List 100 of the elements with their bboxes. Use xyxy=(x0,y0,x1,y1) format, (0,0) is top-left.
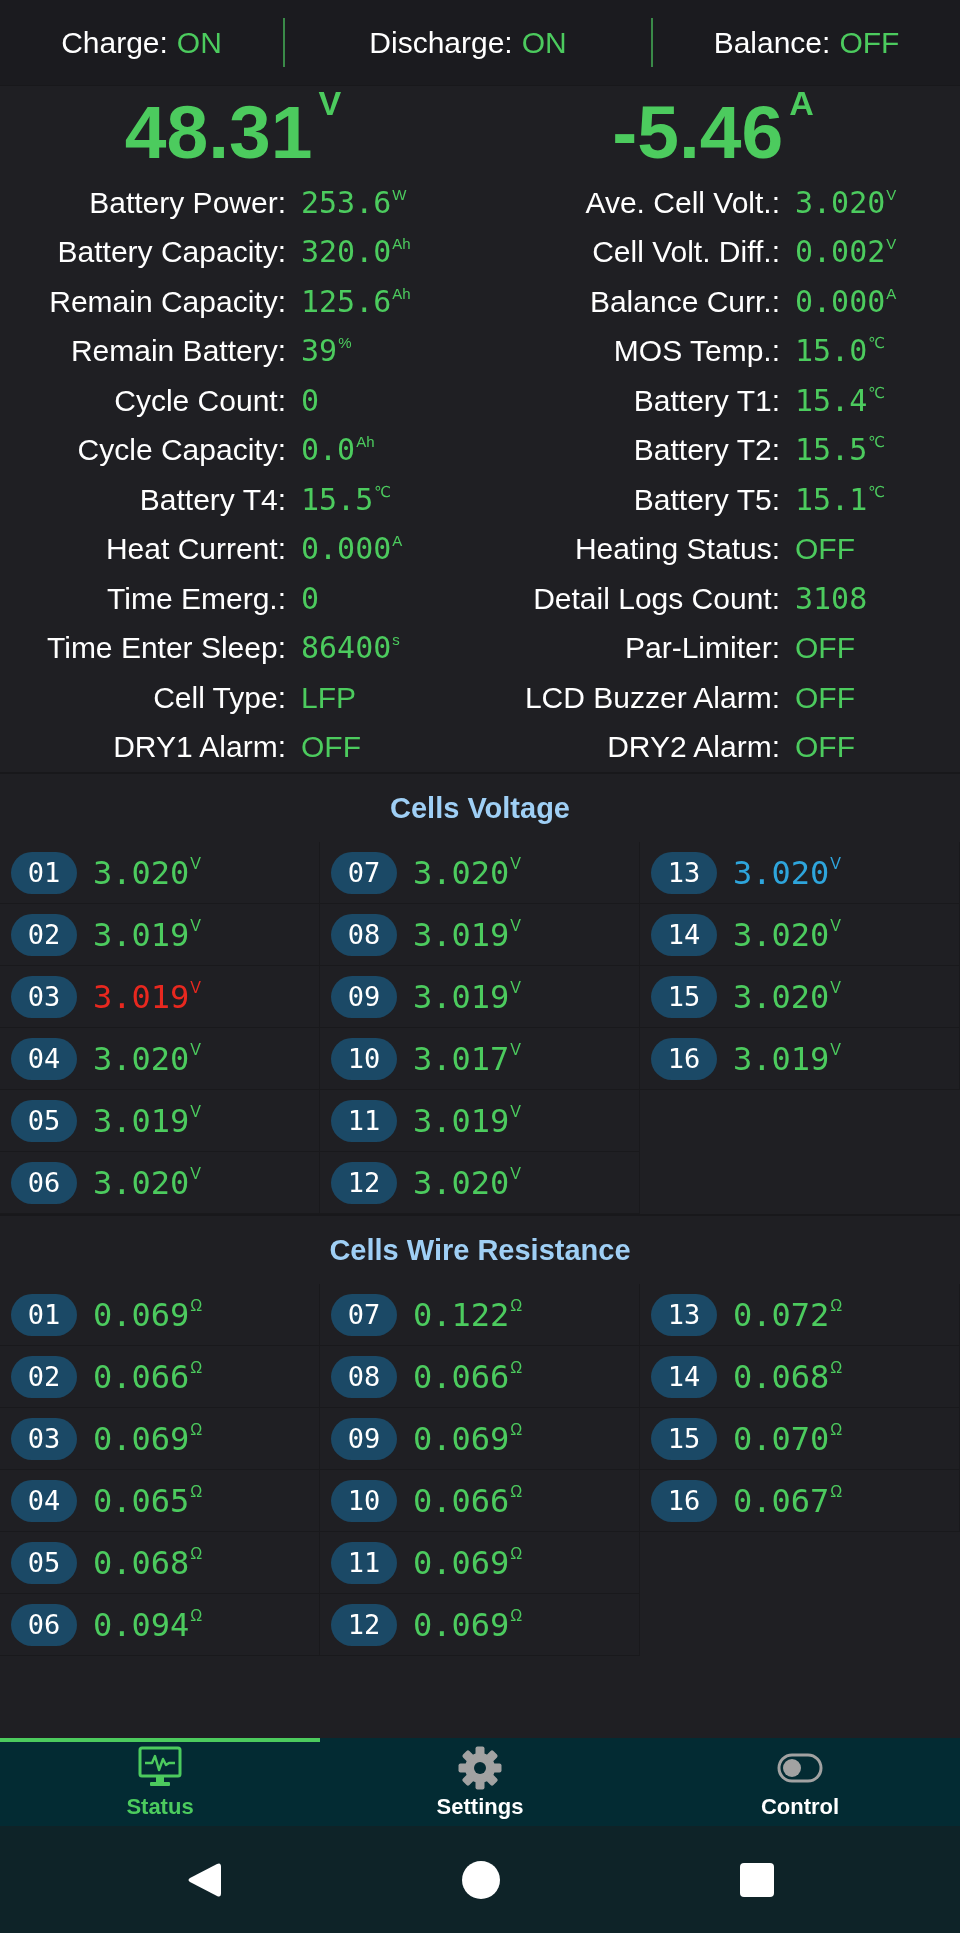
cell-number-badge: 04 xyxy=(11,1037,77,1080)
stat-label: Heating Status: xyxy=(574,532,780,567)
unit-label: Ω xyxy=(510,1297,523,1314)
cell-number-badge: 15 xyxy=(651,975,717,1018)
nav-tab[interactable]: Settings xyxy=(320,1738,640,1826)
cell-number-badge: 13 xyxy=(651,1293,717,1336)
unit-label: s xyxy=(392,632,400,648)
unit-label: Ah xyxy=(392,236,411,252)
cell-resistance-value: 0.066 xyxy=(413,1358,510,1395)
stat-value: 0 xyxy=(301,383,320,418)
unit-label: Ω xyxy=(510,1359,523,1376)
stat-label: Battery T5: xyxy=(633,482,780,517)
stat-label: Battery T1: xyxy=(633,383,780,418)
cell-resistance-value: 0.068 xyxy=(733,1358,830,1395)
cell-voltage-value: 3.019 xyxy=(413,916,510,953)
unit-label: Ω xyxy=(190,1545,203,1562)
unit-label: V xyxy=(190,1103,201,1120)
stat-value: 0.000 xyxy=(301,532,392,567)
stat-label: Cycle Capacity: xyxy=(77,433,286,468)
cell-number-badge: 14 xyxy=(651,913,717,956)
cell-number-badge: 14 xyxy=(651,1355,717,1398)
unit-label: V xyxy=(510,1165,521,1182)
unit-label: Ω xyxy=(830,1483,843,1500)
unit-label: V xyxy=(510,917,521,934)
cell-number-badge: 04 xyxy=(11,1479,77,1522)
unit-label: V xyxy=(510,1103,521,1120)
cell-voltage-value: 3.019 xyxy=(733,1040,830,1077)
stat-label: DRY2 Alarm: xyxy=(607,730,780,765)
stat-label: Par-Limiter: xyxy=(624,631,780,666)
unit-label: Ω xyxy=(190,1297,203,1314)
recents-icon[interactable] xyxy=(740,1862,774,1897)
nav-tab[interactable]: Control xyxy=(640,1738,960,1826)
unit-label: Ω xyxy=(830,1297,843,1314)
back-icon[interactable] xyxy=(186,1860,222,1899)
cell-voltage-value: 3.019 xyxy=(413,1102,510,1139)
cell-voltage-value: 3.020 xyxy=(93,1164,190,1201)
cell-number-badge: 09 xyxy=(331,975,397,1018)
unit-label: Ω xyxy=(190,1359,203,1376)
cell-resistance-value: 0.066 xyxy=(93,1358,190,1395)
unit-label: W xyxy=(392,186,407,202)
unit-label: Ω xyxy=(190,1483,203,1500)
cell-voltage-value: 3.019 xyxy=(93,916,190,953)
stat-value: 15.5 xyxy=(795,433,868,468)
stat-label: Balance Curr.: xyxy=(589,284,780,319)
cell-number-badge: 05 xyxy=(11,1541,77,1584)
stat-label: Battery Capacity: xyxy=(57,235,286,270)
stat-value: OFF xyxy=(795,532,855,567)
unit-label: V xyxy=(886,236,897,252)
unit-label: Ω xyxy=(190,1421,203,1438)
unit-label: Ω xyxy=(190,1607,203,1624)
stat-value: 15.1 xyxy=(795,482,868,517)
cell-number-badge: 11 xyxy=(331,1099,397,1142)
cell-number-badge: 09 xyxy=(331,1417,397,1460)
cell-number-badge: 03 xyxy=(11,1417,77,1460)
cell-number-badge: 06 xyxy=(11,1161,77,1204)
stat-value: 125.6 xyxy=(301,284,392,319)
status-label: Charge: xyxy=(61,25,168,60)
reading-value: 48.31 xyxy=(124,92,313,172)
cell-voltage-value: 3.019 xyxy=(413,978,510,1015)
cell-number-badge: 10 xyxy=(331,1479,397,1522)
cell-voltage-value: 3.019 xyxy=(93,1102,190,1139)
unit-label: V xyxy=(830,979,841,996)
unit-label: V xyxy=(190,855,201,872)
stat-value: 0 xyxy=(301,581,320,616)
cell-resistance-value: 0.066 xyxy=(413,1482,510,1519)
unit-label: V xyxy=(190,917,201,934)
unit-label: V xyxy=(886,186,897,202)
stat-value: 0.002 xyxy=(795,235,886,270)
home-icon[interactable] xyxy=(462,1860,500,1899)
unit-label: ℃ xyxy=(374,483,392,499)
stat-label: Battery T4: xyxy=(139,482,286,517)
unit-label: Ω xyxy=(830,1421,843,1438)
cell-number-badge: 11 xyxy=(331,1541,397,1584)
stat-value: 320.0 xyxy=(301,235,392,270)
unit-label: ℃ xyxy=(868,384,886,400)
section-title: Cells Voltage xyxy=(390,791,570,825)
status-value: ON xyxy=(176,25,222,60)
unit-label: V xyxy=(510,855,521,872)
cell-resistance-value: 0.070 xyxy=(733,1420,830,1457)
settings-icon[interactable] xyxy=(457,1745,503,1791)
unit-label: V xyxy=(510,1041,521,1058)
unit-label: Ω xyxy=(510,1607,523,1624)
cell-number-badge: 07 xyxy=(331,1293,397,1336)
cell-number-badge: 16 xyxy=(651,1479,717,1522)
stat-value: 253.6 xyxy=(301,185,392,220)
status-value: OFF xyxy=(839,25,900,60)
stat-label: Cell Volt. Diff.: xyxy=(592,235,780,270)
stat-label: Cell Type: xyxy=(153,680,286,715)
cell-number-badge: 08 xyxy=(331,913,397,956)
cell-number-badge: 08 xyxy=(331,1355,397,1398)
cell-number-badge: 05 xyxy=(11,1099,77,1142)
status-label: Discharge: xyxy=(369,25,513,60)
stat-label: Heat Current: xyxy=(105,532,286,567)
unit-label: ℃ xyxy=(868,335,886,351)
stat-value: OFF xyxy=(795,730,855,765)
stat-value: 3.020 xyxy=(795,185,886,220)
cell-resistance-value: 0.069 xyxy=(93,1296,190,1333)
stat-label: Ave. Cell Volt.: xyxy=(585,185,780,220)
cell-number-badge: 12 xyxy=(331,1603,397,1646)
cell-resistance-value: 0.069 xyxy=(93,1420,190,1457)
